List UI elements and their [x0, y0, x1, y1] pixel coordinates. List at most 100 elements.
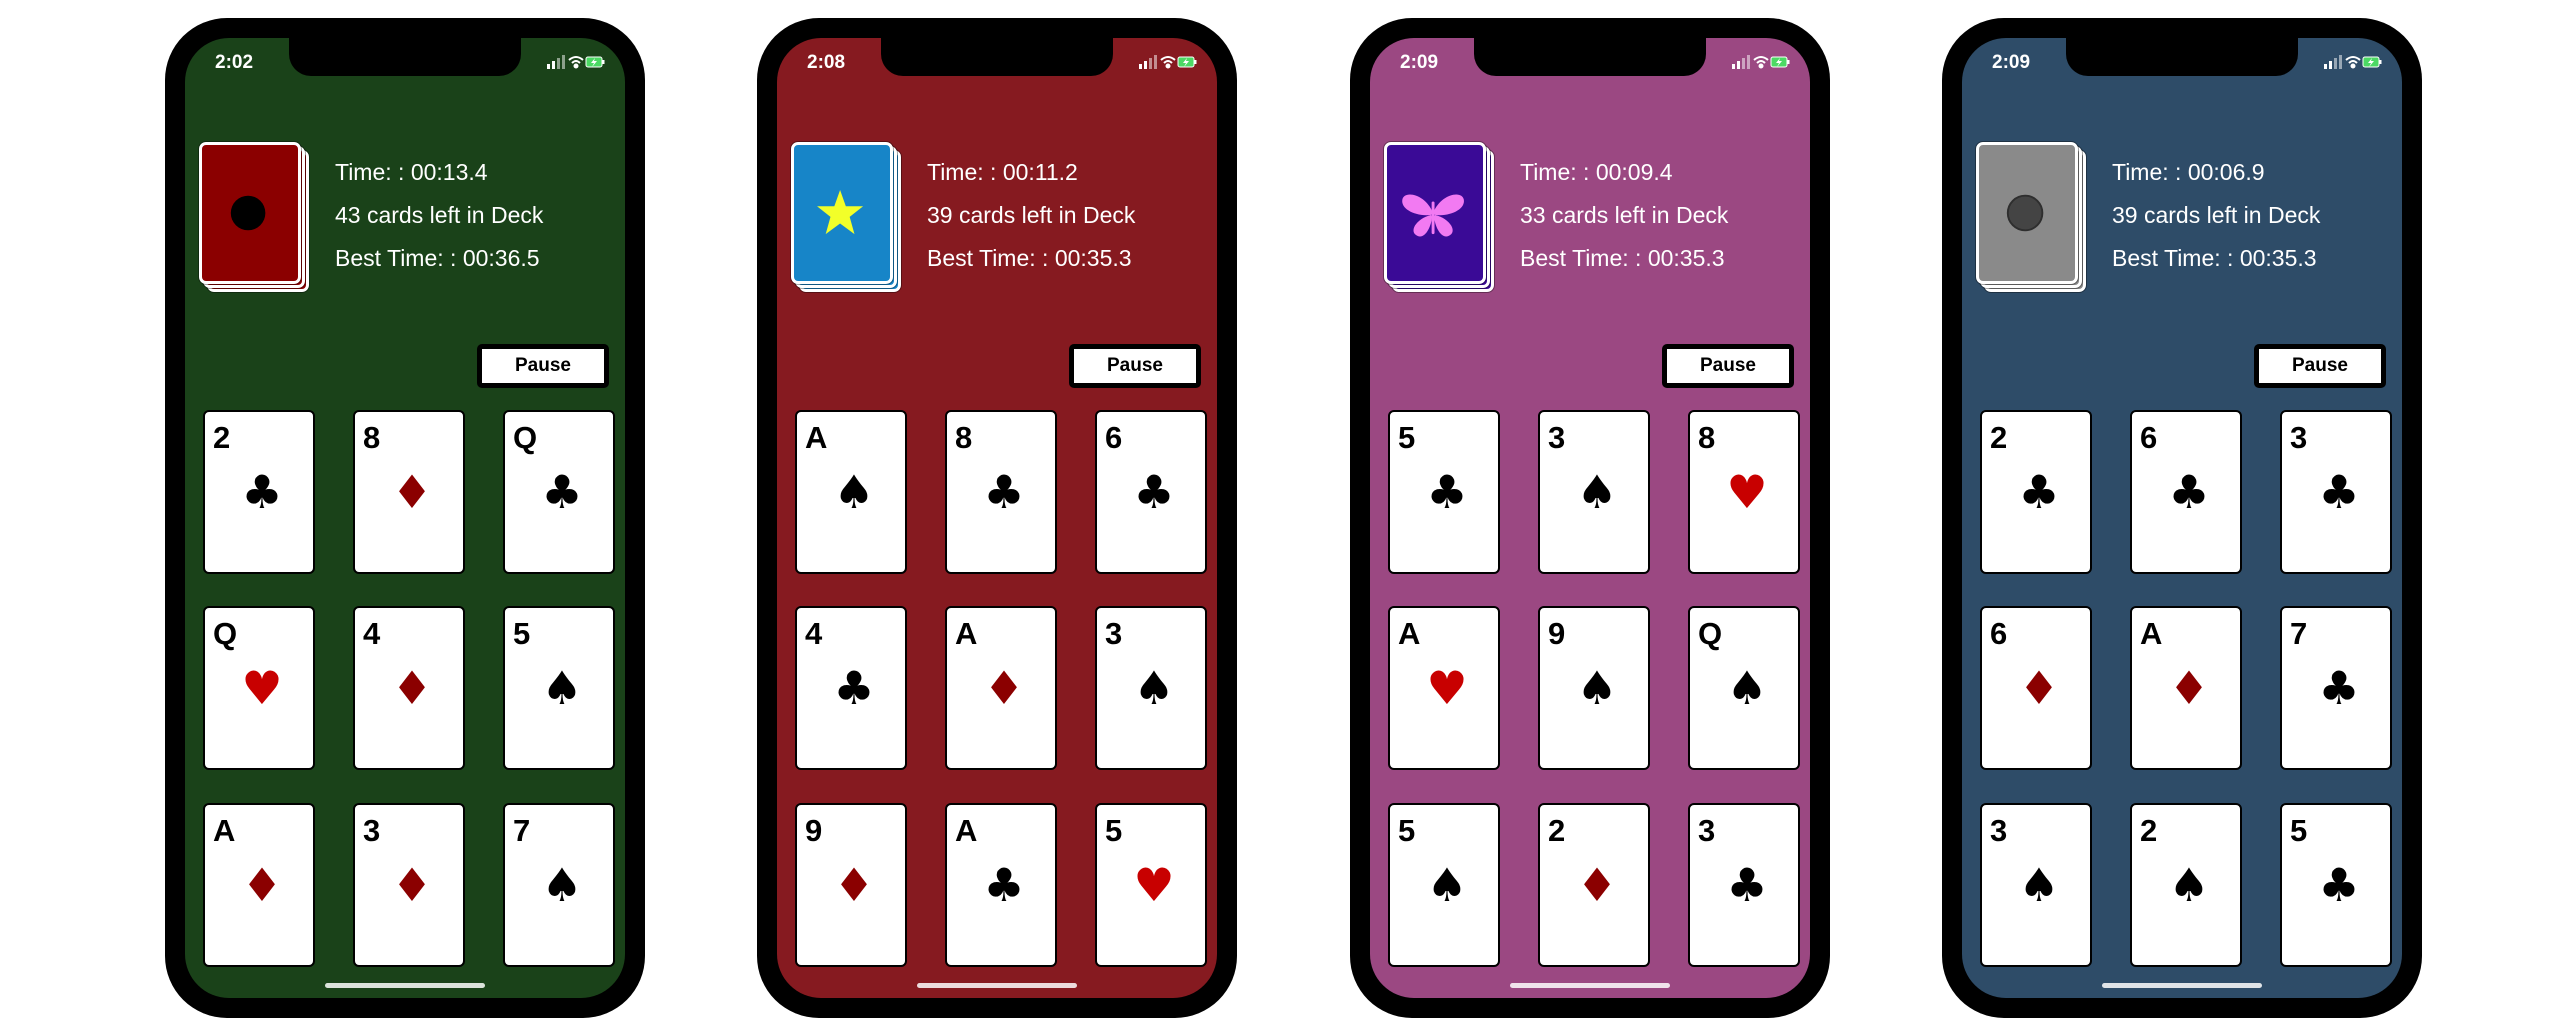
card-deck[interactable] [1975, 141, 2094, 302]
battery-charging-icon [1770, 56, 1790, 68]
card-rank: 2 [213, 420, 231, 455]
club-icon: ♣ [983, 858, 1025, 912]
playing-card[interactable]: 5 ♠ [503, 606, 615, 770]
card-grid: 5 ♣ 3 ♠ 8 ♥ A ♥ 9 ♠ Q ♠ 5 ♠ 2 ♦ 3 ♣ [1380, 410, 1800, 970]
playing-card[interactable]: A ♦ [945, 606, 1057, 770]
playing-card[interactable]: 5 ♣ [1388, 410, 1500, 574]
home-indicator[interactable] [917, 983, 1077, 988]
pause-button[interactable]: Pause [2254, 344, 2386, 388]
playing-card[interactable]: Q ♥ [203, 606, 315, 770]
app-screen: 2:08 Time: : 00:11.2 39 cards left in Deck… [777, 38, 1217, 998]
card-rank: 2 [1990, 420, 2008, 455]
status-time: 2:02 [215, 52, 254, 73]
card-rank: 3 [2290, 420, 2308, 455]
playing-card[interactable]: 5 ♣ [2280, 803, 2392, 967]
playing-card[interactable]: A ♦ [2130, 606, 2242, 770]
wifi-icon [568, 56, 584, 69]
home-indicator[interactable] [1510, 983, 1670, 988]
card-rank: 5 [1105, 813, 1123, 848]
playing-card[interactable]: A ♦ [203, 803, 315, 967]
playing-card[interactable]: 8 ♥ [1688, 410, 1800, 574]
game-info: Time: : 00:06.9 39 cards left in Deck Best… [2112, 151, 2320, 280]
spade-icon: ♠ [1576, 465, 1618, 519]
status-icons [1139, 52, 1197, 72]
playing-card[interactable]: 3 ♣ [2280, 410, 2392, 574]
home-indicator[interactable] [2102, 983, 2262, 988]
card-rank: A [213, 813, 236, 848]
card-deck[interactable] [198, 141, 317, 302]
playing-card[interactable]: 6 ♣ [2130, 410, 2242, 574]
app-screen: 2:09 Time: : 00:09.4 33 cards left in Deck… [1370, 38, 1810, 998]
card-rank: 3 [363, 813, 381, 848]
playing-card[interactable]: Q ♠ [1688, 606, 1800, 770]
best-time: Best Time: : 00:35.3 [1520, 245, 1725, 271]
card-rank: 8 [955, 420, 973, 455]
club-icon: ♣ [2018, 465, 2060, 519]
diamond-icon: ♦ [833, 858, 875, 912]
playing-card[interactable]: 9 ♦ [795, 803, 907, 967]
card-deck[interactable] [1383, 141, 1502, 302]
playing-card[interactable]: A ♣ [945, 803, 1057, 967]
notch [289, 38, 521, 76]
playing-card[interactable]: 7 ♣ [2280, 606, 2392, 770]
playing-card[interactable]: 6 ♦ [1980, 606, 2092, 770]
signal-icon [2324, 55, 2342, 69]
playing-card[interactable]: 8 ♦ [353, 410, 465, 574]
playing-card[interactable]: 6 ♣ [1095, 410, 1207, 574]
heart-icon: ♥ [1726, 465, 1768, 519]
heart-icon: ♥ [1426, 661, 1468, 715]
phone-frame: 2:09 Time: : 00:09.4 33 cards left in Deck… [1350, 18, 1830, 1018]
card-rank: 7 [513, 813, 531, 848]
diamond-icon: ♦ [1576, 858, 1618, 912]
heart-icon: ♥ [241, 661, 283, 715]
card-rank: 7 [2290, 616, 2308, 651]
card-rank: 4 [805, 616, 823, 651]
playing-card[interactable]: 5 ♠ [1388, 803, 1500, 967]
pause-button[interactable]: Pause [1662, 344, 1794, 388]
playing-card[interactable]: 2 ♦ [1538, 803, 1650, 967]
playing-card[interactable]: A ♥ [1388, 606, 1500, 770]
playing-card[interactable]: 3 ♣ [1688, 803, 1800, 967]
battery-charging-icon [1177, 56, 1197, 68]
battery-charging-icon [585, 56, 605, 68]
playing-card[interactable]: 3 ♦ [353, 803, 465, 967]
playing-card[interactable]: 3 ♠ [1980, 803, 2092, 967]
playing-card[interactable]: 2 ♣ [1980, 410, 2092, 574]
card-deck[interactable] [790, 141, 909, 302]
playing-card[interactable]: 3 ♠ [1095, 606, 1207, 770]
playing-card[interactable]: Q ♣ [503, 410, 615, 574]
card-rank: A [1398, 616, 1421, 651]
playing-card[interactable]: 3 ♠ [1538, 410, 1650, 574]
status-icons [2324, 52, 2382, 72]
notch [2066, 38, 2298, 76]
club-icon: ♣ [983, 465, 1025, 519]
wifi-icon [2345, 56, 2361, 69]
app-screen: 2:09 Time: : 00:06.9 39 cards left in Deck… [1962, 38, 2402, 998]
card-rank: 8 [1698, 420, 1716, 455]
elapsed-time: Time: : 00:13.4 [335, 159, 488, 185]
elapsed-time: Time: : 00:09.4 [1520, 159, 1673, 185]
playing-card[interactable]: 9 ♠ [1538, 606, 1650, 770]
home-indicator[interactable] [325, 983, 485, 988]
card-rank: 3 [1990, 813, 2008, 848]
signal-icon [1732, 55, 1750, 69]
diamond-icon: ♦ [983, 661, 1025, 715]
app-screen: 2:02 Time: : 00:13.4 43 cards left in Deck… [185, 38, 625, 998]
pause-button[interactable]: Pause [1069, 344, 1201, 388]
status-icons [547, 52, 605, 72]
pause-button[interactable]: Pause [477, 344, 609, 388]
playing-card[interactable]: 4 ♣ [795, 606, 907, 770]
status-time: 2:08 [807, 52, 846, 73]
battery-charging-icon [2362, 56, 2382, 68]
playing-card[interactable]: 4 ♦ [353, 606, 465, 770]
playing-card[interactable]: A ♠ [795, 410, 907, 574]
playing-card[interactable]: 7 ♠ [503, 803, 615, 967]
playing-card[interactable]: 2 ♠ [2130, 803, 2242, 967]
playing-card[interactable]: 2 ♣ [203, 410, 315, 574]
playing-card[interactable]: 8 ♣ [945, 410, 1057, 574]
deck-top-card [1383, 141, 1487, 285]
card-rank: 5 [513, 616, 531, 651]
card-rank: 3 [1698, 813, 1716, 848]
playing-card[interactable]: 5 ♥ [1095, 803, 1207, 967]
status-time: 2:09 [1992, 52, 2031, 73]
